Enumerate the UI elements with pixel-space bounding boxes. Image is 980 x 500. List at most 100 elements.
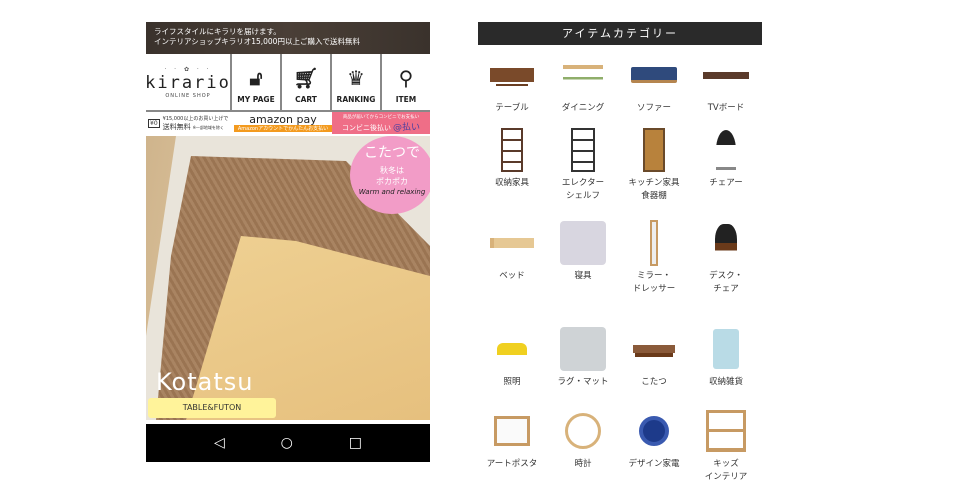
category-label: デスク・ xyxy=(709,271,743,281)
category-thumbnail xyxy=(547,220,619,266)
category-item[interactable]: 収納家具 xyxy=(476,127,548,190)
category-item[interactable]: キッズ インテリア xyxy=(690,408,762,484)
nav-my-page[interactable]: 🔓︎ MY PAGE xyxy=(232,54,282,110)
banner-note: ※一部地域を除く xyxy=(192,124,224,130)
logo-text: kirario xyxy=(145,72,231,93)
category-item[interactable]: 時計 xyxy=(547,408,619,471)
nav-cart[interactable]: 🛒︎ CART xyxy=(282,54,332,110)
category-item[interactable]: ベッド xyxy=(476,220,548,283)
logo[interactable]: · · ✿ · · kirario ONLINE SHOP xyxy=(145,54,232,110)
category-item[interactable]: エレクター シェルフ xyxy=(547,127,619,203)
category-thumbnail xyxy=(476,127,548,173)
truck-icon: ¥0 xyxy=(148,118,160,128)
banner-text: Amazonアカウントでかんたんお支払い xyxy=(234,125,332,132)
category-label: ベッド xyxy=(499,271,525,281)
category-label: ミラー・ xyxy=(636,271,671,281)
category-label: 照明 xyxy=(503,377,521,387)
nav-label: MY PAGE xyxy=(237,95,275,104)
system-nav-bar: ◁ ○ □ xyxy=(146,424,430,462)
category-label: ラグ・マット xyxy=(557,377,609,387)
category-thumbnail xyxy=(476,408,548,454)
category-label-line2: チェア xyxy=(713,284,739,294)
category-label: チェアー xyxy=(709,178,743,188)
mobile-shop-page: ライフスタイルにキラリを届けます。 インテリアショップキラリオ15,000円以上… xyxy=(145,22,430,462)
category-item[interactable]: チェアー xyxy=(690,127,762,190)
free-shipping-banner[interactable]: ¥0 ¥15,000以上のお買い上げで 送料無料 ※一部地域を除く xyxy=(146,112,234,134)
kotatsu-hero-banner[interactable]: こたつで 秋冬は ポカポカ Warm and relaxing Kotatsu … xyxy=(146,136,430,420)
banner-text: ¥15,000以上のお買い上げで xyxy=(162,115,229,122)
nav-label: RANKING xyxy=(336,95,376,104)
category-label-line2: インテリア xyxy=(704,472,748,482)
category-thumbnail xyxy=(618,127,690,173)
recents-icon[interactable]: □ xyxy=(349,435,362,451)
category-thumbnail xyxy=(690,408,762,454)
category-label: 寝具 xyxy=(574,271,592,281)
category-label: キッチン家具 xyxy=(628,178,680,188)
category-thumbnail xyxy=(547,52,619,98)
category-label: こたつ xyxy=(641,377,667,387)
category-label: ソファー xyxy=(636,103,671,113)
category-thumbnail xyxy=(476,326,548,372)
category-thumbnail xyxy=(618,408,690,454)
category-item[interactable]: 収納雑貨 xyxy=(690,326,762,389)
promo-bubble: こたつで 秋冬は ポカポカ Warm and relaxing xyxy=(350,136,430,214)
item-category-panel: アイテムカテゴリー テーブル ダイニング ソファー TVボード 収納家具 エレクター シェル… xyxy=(478,22,762,482)
category-label: テーブル xyxy=(495,103,529,113)
category-thumbnail xyxy=(547,127,619,173)
header-nav: · · ✿ · · kirario ONLINE SHOP 🔓︎ MY PAGE … xyxy=(145,54,430,112)
banner-title: amazon pay xyxy=(249,113,317,126)
category-thumbnail xyxy=(547,408,619,454)
category-item[interactable]: 照明 xyxy=(476,326,548,389)
nav-label: CART xyxy=(295,95,317,104)
home-icon[interactable]: ○ xyxy=(281,435,293,451)
announcement-line: ライフスタイルにキラリを届けます。 xyxy=(154,27,281,36)
logo-sparkle-icon: · · ✿ · · xyxy=(164,65,212,73)
category-thumbnail xyxy=(618,220,690,266)
category-label: エレクター xyxy=(561,178,605,188)
bubble-text: 秋冬は xyxy=(380,166,404,175)
category-item[interactable]: 寝具 xyxy=(547,220,619,283)
category-label: 時計 xyxy=(574,459,592,469)
category-label: 収納家具 xyxy=(494,178,529,188)
category-label: キッズ xyxy=(713,459,739,469)
back-icon[interactable]: ◁ xyxy=(214,435,225,451)
category-item[interactable]: デザイン家電 xyxy=(618,408,690,471)
convenience-pay-banner[interactable]: 商品が届いてからコンビニでお支払い コンビニ後払い @払い xyxy=(332,112,430,134)
banner-text: 送料無料 xyxy=(162,122,191,131)
hero-subtitle: TABLE&FUTON xyxy=(148,398,276,418)
amazon-pay-banner[interactable]: amazon pay Amazonアカウントでかんたんお支払い xyxy=(234,112,332,134)
category-thumbnail xyxy=(690,326,762,372)
category-label-line2: 食器棚 xyxy=(641,191,667,201)
category-thumbnail xyxy=(690,220,762,266)
lock-icon: 🔓︎ xyxy=(249,66,263,90)
category-item[interactable]: ラグ・マット xyxy=(547,326,619,389)
category-thumbnail xyxy=(618,52,690,98)
search-icon: ⚲ xyxy=(398,66,414,90)
category-item[interactable]: こたつ xyxy=(618,326,690,389)
category-item[interactable]: デスク・ チェア xyxy=(690,220,762,296)
category-label: デザイン家電 xyxy=(628,459,680,469)
category-thumbnail xyxy=(690,127,762,173)
category-item[interactable]: TVボード xyxy=(690,52,762,115)
category-label: アートポスタ xyxy=(486,459,538,469)
category-item[interactable]: ミラー・ ドレッサー xyxy=(618,220,690,296)
category-label: 収納雑貨 xyxy=(708,377,743,387)
hero-title: Kotatsu xyxy=(156,368,254,396)
category-item[interactable]: ソファー xyxy=(618,52,690,115)
category-label-line2: シェルフ xyxy=(565,191,600,201)
top-announcement: ライフスタイルにキラリを届けます。 インテリアショップキラリオ15,000円以上… xyxy=(146,22,430,54)
nav-label: ITEM xyxy=(395,95,417,104)
logo-subtext: ONLINE SHOP xyxy=(165,92,211,99)
banner-brand: @払い xyxy=(392,122,420,133)
crown-icon: ♛ xyxy=(347,66,365,90)
category-item[interactable]: テーブル xyxy=(476,52,548,115)
category-item[interactable]: キッチン家具 食器棚 xyxy=(618,127,690,203)
nav-ranking[interactable]: ♛ RANKING xyxy=(332,54,382,110)
banner-strip: ¥0 ¥15,000以上のお買い上げで 送料無料 ※一部地域を除く amazon … xyxy=(146,112,430,134)
banner-text: コンビニ後払い xyxy=(342,123,392,132)
category-item[interactable]: アートポスタ xyxy=(476,408,548,471)
nav-item[interactable]: ⚲ ITEM xyxy=(382,54,430,110)
category-thumbnail xyxy=(547,326,619,372)
category-item[interactable]: ダイニング xyxy=(547,52,619,115)
category-label: TVボード xyxy=(707,103,745,113)
